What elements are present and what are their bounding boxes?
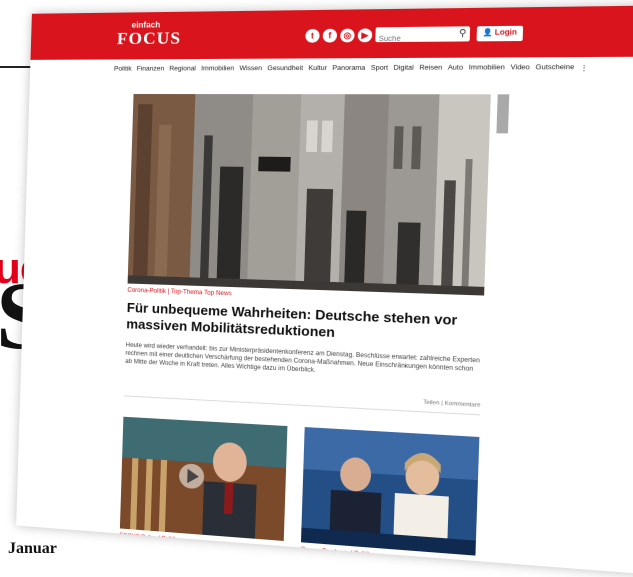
street-photo xyxy=(127,94,491,296)
search-input[interactable] xyxy=(375,31,450,47)
teaser-image[interactable] xyxy=(300,426,480,556)
speaker-photo xyxy=(119,416,288,541)
nav-item[interactable]: Gutscheine xyxy=(535,64,574,73)
nav-item[interactable]: Immobilien xyxy=(201,65,234,73)
teaser-cards: FOCUS Online | Politik "Die können's all… xyxy=(118,416,480,577)
twitter-icon[interactable]: t xyxy=(305,28,320,43)
nav-item[interactable]: Regional xyxy=(169,65,196,73)
teaser-image[interactable] xyxy=(119,416,288,541)
browser-screenshot: einfach FOCUS t f ◎ ▶ ◉ ⚲ 👤 Login Politi… xyxy=(16,4,633,577)
print-date-text: Januar xyxy=(8,540,57,557)
site-header: einfach FOCUS t f ◎ ▶ ◉ ⚲ 👤 Login xyxy=(30,4,633,60)
teaser-card[interactable]: FOCUS Online | Politik "Die können's all… xyxy=(118,416,288,577)
search-icon[interactable]: ⚲ xyxy=(459,27,467,39)
logo-wordmark: FOCUS xyxy=(116,28,182,49)
nav-item[interactable]: Finanzen xyxy=(137,65,165,73)
teaser-headline[interactable]: "Öffnen auch die Baumärkte?" xyxy=(299,561,474,577)
nav-item[interactable]: Immobilien xyxy=(469,64,505,73)
instagram-icon[interactable]: ◎ xyxy=(340,28,355,43)
nav-item[interactable]: Digital xyxy=(393,64,413,73)
youtube-icon[interactable]: ▶ xyxy=(357,28,373,43)
login-button[interactable]: 👤 Login xyxy=(476,25,523,42)
press-conference-photo xyxy=(300,426,480,556)
lead-teaser: Heute wird wieder verhandelt: bis zur Mi… xyxy=(125,342,480,374)
site-logo[interactable]: einfach FOCUS xyxy=(116,20,182,49)
lead-headline[interactable]: Für unbequeme Wahrheiten: Deutsche stehe… xyxy=(126,300,483,348)
nav-item[interactable]: Politik xyxy=(114,65,132,73)
login-label: Login xyxy=(494,29,517,37)
nav-more-icon[interactable]: ⋮ xyxy=(580,64,588,73)
nav-item[interactable]: Reisen xyxy=(419,64,442,73)
nav-item[interactable]: Video xyxy=(510,64,530,73)
main-nav: Politik Finanzen Regional Immobilien Wis… xyxy=(114,64,588,74)
nav-item[interactable]: Sport xyxy=(371,64,388,73)
nav-item[interactable]: Gesundheit xyxy=(267,65,303,73)
nav-item[interactable]: Kultur xyxy=(308,65,327,73)
side-panel-thumb xyxy=(496,94,510,134)
search-box: ⚲ xyxy=(375,26,471,47)
nav-item[interactable]: Auto xyxy=(448,64,463,73)
facebook-icon[interactable]: f xyxy=(322,28,338,43)
main-column: Corona-Politik | Top-Thema Top News Für … xyxy=(118,94,491,577)
teaser-card[interactable]: Corona-Pandemie | Politik "Öffnen auch d… xyxy=(299,426,480,577)
lead-image[interactable] xyxy=(127,94,491,296)
nav-item[interactable]: Panorama xyxy=(332,65,365,74)
nav-item[interactable]: Wissen xyxy=(239,65,262,73)
